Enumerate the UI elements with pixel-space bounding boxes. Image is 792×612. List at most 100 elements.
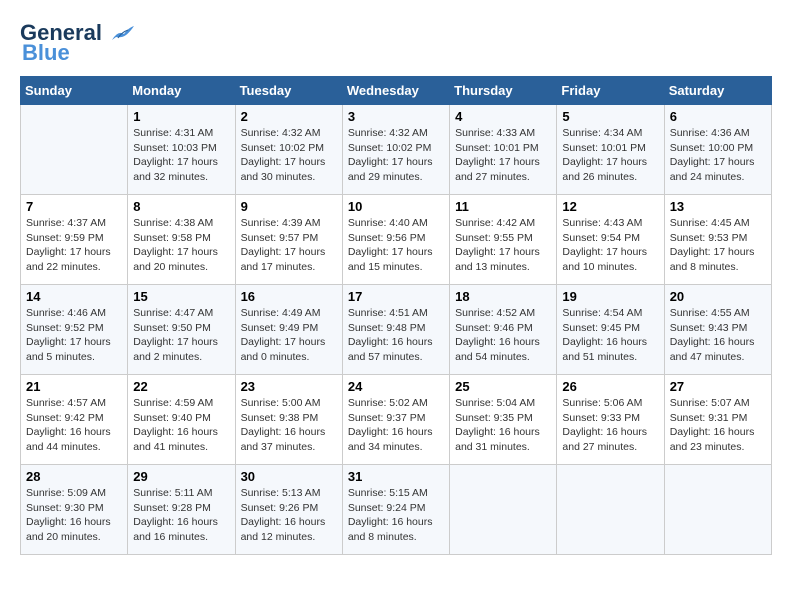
- day-number: 7: [26, 199, 122, 214]
- day-number: 16: [241, 289, 337, 304]
- day-info: Sunrise: 4:55 AM Sunset: 9:43 PM Dayligh…: [670, 306, 766, 365]
- calendar-week-row: 14 Sunrise: 4:46 AM Sunset: 9:52 PM Dayli…: [21, 285, 772, 375]
- calendar-cell: 7 Sunrise: 4:37 AM Sunset: 9:59 PM Daylig…: [21, 195, 128, 285]
- day-number: 31: [348, 469, 444, 484]
- calendar-table: SundayMondayTuesdayWednesdayThursdayFrid…: [20, 76, 772, 555]
- day-info: Sunrise: 4:43 AM Sunset: 9:54 PM Dayligh…: [562, 216, 658, 275]
- day-info: Sunrise: 5:07 AM Sunset: 9:31 PM Dayligh…: [670, 396, 766, 455]
- day-info: Sunrise: 4:31 AM Sunset: 10:03 PM Daylig…: [133, 126, 229, 185]
- calendar-cell: 10Sunrise: 4:40 AM Sunset: 9:56 PM Dayli…: [342, 195, 449, 285]
- calendar-cell: 1 Sunrise: 4:31 AM Sunset: 10:03 PM Dayli…: [128, 105, 235, 195]
- calendar-cell: 31 Sunrise: 5:15 AM Sunset: 9:24 PM Dayli…: [342, 465, 449, 555]
- day-info: Sunrise: 4:59 AM Sunset: 9:40 PM Dayligh…: [133, 396, 229, 455]
- day-info: Sunrise: 4:33 AM Sunset: 10:01 PM Daylig…: [455, 126, 551, 185]
- day-number: 28: [26, 469, 122, 484]
- day-number: 22: [133, 379, 229, 394]
- day-number: 2: [241, 109, 337, 124]
- calendar-cell: 20 Sunrise: 4:55 AM Sunset: 9:43 PM Dayli…: [664, 285, 771, 375]
- day-info: Sunrise: 5:13 AM Sunset: 9:26 PM Dayligh…: [241, 486, 337, 545]
- day-info: Sunrise: 5:15 AM Sunset: 9:24 PM Dayligh…: [348, 486, 444, 545]
- day-number: 29: [133, 469, 229, 484]
- day-info: Sunrise: 4:45 AM Sunset: 9:53 PM Dayligh…: [670, 216, 766, 275]
- day-info: Sunrise: 4:47 AM Sunset: 9:50 PM Dayligh…: [133, 306, 229, 365]
- day-header-friday: Friday: [557, 77, 664, 105]
- calendar-cell: 28 Sunrise: 5:09 AM Sunset: 9:30 PM Dayli…: [21, 465, 128, 555]
- calendar-cell: 8 Sunrise: 4:38 AM Sunset: 9:58 PM Daylig…: [128, 195, 235, 285]
- day-number: 6: [670, 109, 766, 124]
- day-number: 26: [562, 379, 658, 394]
- calendar-cell: 30 Sunrise: 5:13 AM Sunset: 9:26 PM Dayli…: [235, 465, 342, 555]
- day-number: 13: [670, 199, 766, 214]
- day-info: Sunrise: 4:36 AM Sunset: 10:00 PM Daylig…: [670, 126, 766, 185]
- day-number: 1: [133, 109, 229, 124]
- day-info: Sunrise: 4:42 AM Sunset: 9:55 PM Dayligh…: [455, 216, 551, 275]
- day-number: 8: [133, 199, 229, 214]
- page-header: General Blue: [20, 20, 772, 66]
- calendar-cell: 22 Sunrise: 4:59 AM Sunset: 9:40 PM Dayli…: [128, 375, 235, 465]
- logo: General Blue: [20, 20, 136, 66]
- day-number: 27: [670, 379, 766, 394]
- day-number: 21: [26, 379, 122, 394]
- day-number: 14: [26, 289, 122, 304]
- calendar-cell: 15 Sunrise: 4:47 AM Sunset: 9:50 PM Dayli…: [128, 285, 235, 375]
- day-number: 4: [455, 109, 551, 124]
- day-info: Sunrise: 4:40 AM Sunset: 9:56 PM Dayligh…: [348, 216, 444, 275]
- day-info: Sunrise: 4:38 AM Sunset: 9:58 PM Dayligh…: [133, 216, 229, 275]
- day-info: Sunrise: 5:11 AM Sunset: 9:28 PM Dayligh…: [133, 486, 229, 545]
- day-number: 3: [348, 109, 444, 124]
- day-info: Sunrise: 4:32 AM Sunset: 10:02 PM Daylig…: [241, 126, 337, 185]
- logo-bird-icon: [104, 22, 136, 44]
- calendar-cell: 3 Sunrise: 4:32 AM Sunset: 10:02 PM Dayli…: [342, 105, 449, 195]
- day-info: Sunrise: 4:46 AM Sunset: 9:52 PM Dayligh…: [26, 306, 122, 365]
- calendar-cell: 4 Sunrise: 4:33 AM Sunset: 10:01 PM Dayli…: [450, 105, 557, 195]
- calendar-cell: [664, 465, 771, 555]
- calendar-cell: 23Sunrise: 5:00 AM Sunset: 9:38 PM Dayli…: [235, 375, 342, 465]
- calendar-cell: 21Sunrise: 4:57 AM Sunset: 9:42 PM Dayli…: [21, 375, 128, 465]
- calendar-cell: 18 Sunrise: 4:52 AM Sunset: 9:46 PM Dayli…: [450, 285, 557, 375]
- day-info: Sunrise: 5:09 AM Sunset: 9:30 PM Dayligh…: [26, 486, 122, 545]
- calendar-cell: 9Sunrise: 4:39 AM Sunset: 9:57 PM Daylig…: [235, 195, 342, 285]
- calendar-cell: [21, 105, 128, 195]
- calendar-cell: [557, 465, 664, 555]
- calendar-cell: 13 Sunrise: 4:45 AM Sunset: 9:53 PM Dayli…: [664, 195, 771, 285]
- calendar-cell: 14 Sunrise: 4:46 AM Sunset: 9:52 PM Dayli…: [21, 285, 128, 375]
- day-number: 18: [455, 289, 551, 304]
- day-info: Sunrise: 4:34 AM Sunset: 10:01 PM Daylig…: [562, 126, 658, 185]
- calendar-week-row: 28 Sunrise: 5:09 AM Sunset: 9:30 PM Dayli…: [21, 465, 772, 555]
- calendar-cell: 16Sunrise: 4:49 AM Sunset: 9:49 PM Dayli…: [235, 285, 342, 375]
- day-info: Sunrise: 4:37 AM Sunset: 9:59 PM Dayligh…: [26, 216, 122, 275]
- day-number: 12: [562, 199, 658, 214]
- calendar-cell: 11Sunrise: 4:42 AM Sunset: 9:55 PM Dayli…: [450, 195, 557, 285]
- day-info: Sunrise: 4:32 AM Sunset: 10:02 PM Daylig…: [348, 126, 444, 185]
- calendar-cell: 24Sunrise: 5:02 AM Sunset: 9:37 PM Dayli…: [342, 375, 449, 465]
- logo-text-blue: Blue: [22, 40, 70, 66]
- calendar-cell: 12 Sunrise: 4:43 AM Sunset: 9:54 PM Dayli…: [557, 195, 664, 285]
- day-header-saturday: Saturday: [664, 77, 771, 105]
- day-info: Sunrise: 4:52 AM Sunset: 9:46 PM Dayligh…: [455, 306, 551, 365]
- day-number: 15: [133, 289, 229, 304]
- calendar-week-row: 1 Sunrise: 4:31 AM Sunset: 10:03 PM Dayli…: [21, 105, 772, 195]
- calendar-cell: 17 Sunrise: 4:51 AM Sunset: 9:48 PM Dayli…: [342, 285, 449, 375]
- day-number: 20: [670, 289, 766, 304]
- day-number: 5: [562, 109, 658, 124]
- day-number: 19: [562, 289, 658, 304]
- day-header-wednesday: Wednesday: [342, 77, 449, 105]
- calendar-cell: [450, 465, 557, 555]
- day-header-monday: Monday: [128, 77, 235, 105]
- day-info: Sunrise: 5:00 AM Sunset: 9:38 PM Dayligh…: [241, 396, 337, 455]
- day-info: Sunrise: 4:51 AM Sunset: 9:48 PM Dayligh…: [348, 306, 444, 365]
- day-number: 17: [348, 289, 444, 304]
- day-info: Sunrise: 4:39 AM Sunset: 9:57 PM Dayligh…: [241, 216, 337, 275]
- calendar-week-row: 21Sunrise: 4:57 AM Sunset: 9:42 PM Dayli…: [21, 375, 772, 465]
- calendar-cell: 6 Sunrise: 4:36 AM Sunset: 10:00 PM Dayli…: [664, 105, 771, 195]
- day-info: Sunrise: 5:06 AM Sunset: 9:33 PM Dayligh…: [562, 396, 658, 455]
- calendar-cell: 2 Sunrise: 4:32 AM Sunset: 10:02 PM Dayli…: [235, 105, 342, 195]
- day-number: 30: [241, 469, 337, 484]
- day-info: Sunrise: 5:02 AM Sunset: 9:37 PM Dayligh…: [348, 396, 444, 455]
- calendar-cell: 29 Sunrise: 5:11 AM Sunset: 9:28 PM Dayli…: [128, 465, 235, 555]
- day-info: Sunrise: 5:04 AM Sunset: 9:35 PM Dayligh…: [455, 396, 551, 455]
- calendar-week-row: 7 Sunrise: 4:37 AM Sunset: 9:59 PM Daylig…: [21, 195, 772, 285]
- day-header-sunday: Sunday: [21, 77, 128, 105]
- calendar-header-row: SundayMondayTuesdayWednesdayThursdayFrid…: [21, 77, 772, 105]
- day-header-thursday: Thursday: [450, 77, 557, 105]
